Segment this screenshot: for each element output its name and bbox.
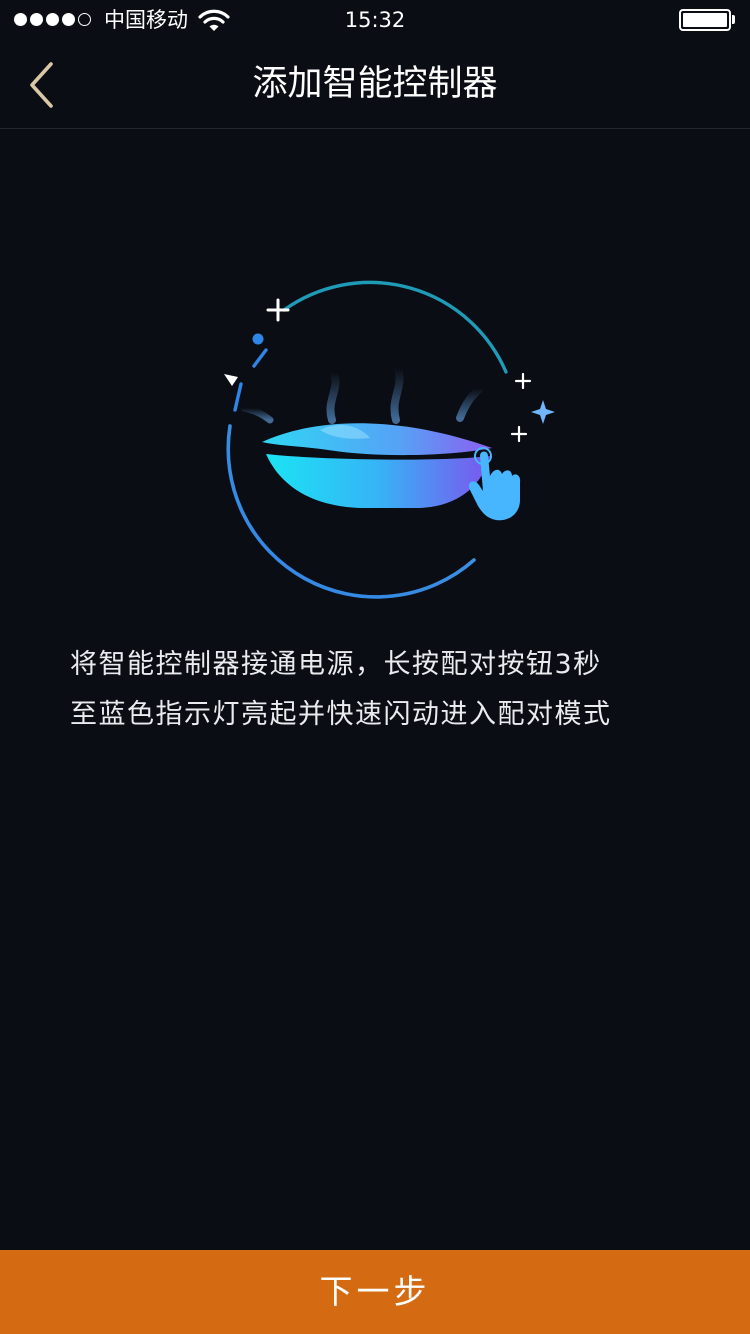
smart-controller-pairing-illustration bbox=[224, 280, 555, 599]
battery-icon bbox=[679, 9, 731, 31]
screen: 中国移动 15:32 添加智能控制器 将智能控制器接通电源，长按配对按钮3秒 至… bbox=[0, 0, 750, 1334]
battery-tip bbox=[732, 15, 735, 24]
page-title: 添加智能控制器 bbox=[252, 64, 498, 104]
steam-icon bbox=[240, 364, 484, 424]
ring-dot bbox=[252, 333, 264, 345]
sparkle-icon bbox=[510, 372, 532, 443]
bowl-icon bbox=[262, 423, 492, 508]
next-step-button[interactable]: 下一步 bbox=[0, 1250, 750, 1334]
pairing-instructions: 将智能控制器接通电源，长按配对按钮3秒 至蓝色指示灯亮起并快速闪动进入配对模式 bbox=[70, 640, 710, 740]
star-icon bbox=[531, 400, 555, 424]
sparkle-icon bbox=[266, 298, 290, 322]
battery-level bbox=[683, 13, 727, 27]
status-time: 15:32 bbox=[344, 8, 406, 32]
status-bar: 中国移动 15:32 bbox=[0, 0, 750, 40]
instruction-line-1: 将智能控制器接通电源，长按配对按钮3秒 bbox=[70, 649, 602, 680]
pointing-hand-icon bbox=[468, 447, 521, 521]
navigation-bar: 添加智能控制器 bbox=[0, 40, 750, 129]
instruction-line-2: 至蓝色指示灯亮起并快速闪动进入配对模式 bbox=[70, 699, 612, 730]
arrow-icon bbox=[224, 374, 238, 386]
